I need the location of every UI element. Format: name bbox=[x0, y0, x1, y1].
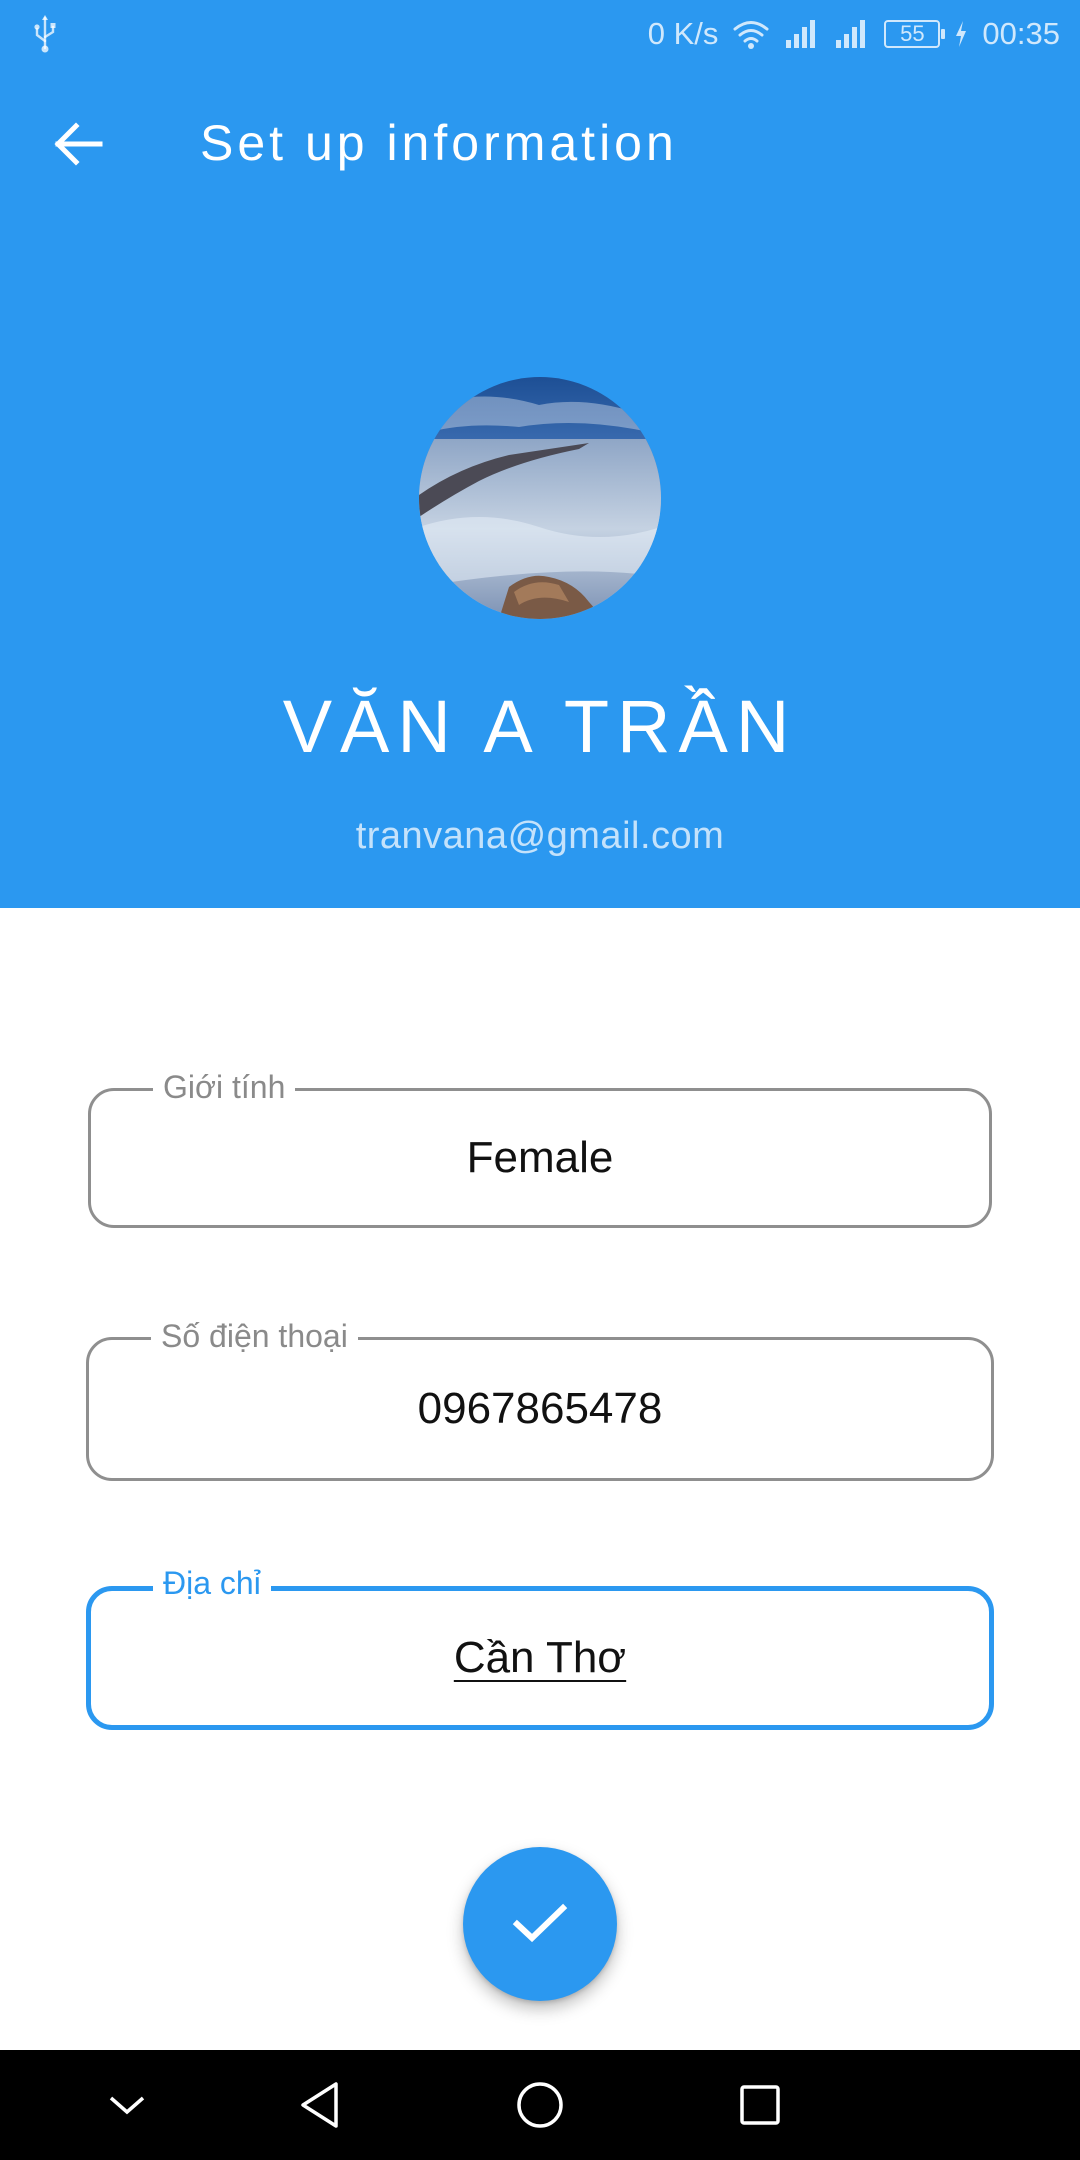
arrow-left-icon bbox=[54, 122, 103, 166]
network-speed: 0 K/s bbox=[647, 16, 719, 51]
page-title: Set up information bbox=[200, 115, 678, 171]
seascape-photo bbox=[419, 377, 661, 619]
confirm-button[interactable] bbox=[463, 1847, 617, 2001]
gender-value[interactable]: Female bbox=[91, 1091, 989, 1225]
home-circle-icon bbox=[517, 2082, 563, 2128]
status-bar: 0 K/s 55 00:35 bbox=[0, 0, 1080, 68]
usb-icon bbox=[34, 15, 56, 53]
back-triangle-icon bbox=[301, 2082, 338, 2128]
nav-back-button[interactable] bbox=[290, 2075, 350, 2135]
signal-icon bbox=[786, 20, 816, 48]
battery-level: 55 bbox=[900, 21, 925, 46]
avatar[interactable] bbox=[419, 377, 661, 619]
battery-icon: 55 bbox=[884, 20, 946, 48]
nav-hide-button[interactable] bbox=[97, 2075, 157, 2135]
toolbar: Set up information bbox=[0, 68, 1080, 218]
recents-square-icon bbox=[740, 2085, 780, 2125]
charging-icon bbox=[956, 21, 967, 47]
nav-home-button[interactable] bbox=[510, 2075, 570, 2135]
address-value[interactable]: Cần Thơ bbox=[91, 1591, 989, 1725]
phone-value[interactable]: 0967865478 bbox=[89, 1340, 991, 1478]
gender-field[interactable]: Giới tính Female bbox=[88, 1067, 992, 1228]
wifi-icon bbox=[733, 21, 769, 49]
back-button[interactable] bbox=[40, 106, 116, 182]
nav-recents-button[interactable] bbox=[730, 2075, 790, 2135]
user-name: VĂN A TRẦN bbox=[282, 685, 798, 768]
navigation-bar bbox=[0, 2050, 1080, 2160]
signal-icon bbox=[836, 20, 866, 48]
user-email: tranvana@gmail.com bbox=[355, 815, 725, 857]
clock: 00:35 bbox=[982, 16, 1060, 51]
phone-field[interactable]: Số điện thoại 0967865478 bbox=[86, 1316, 994, 1481]
address-field[interactable]: Địa chỉ Cần Thơ bbox=[86, 1563, 994, 1730]
chevron-down-icon bbox=[109, 2096, 145, 2115]
profile-header: 0 K/s 55 00:35 Set up information VĂN A … bbox=[0, 0, 1080, 908]
check-icon bbox=[512, 1903, 568, 1943]
screen: 0 K/s 55 00:35 Set up information VĂN A … bbox=[0, 0, 1080, 2160]
